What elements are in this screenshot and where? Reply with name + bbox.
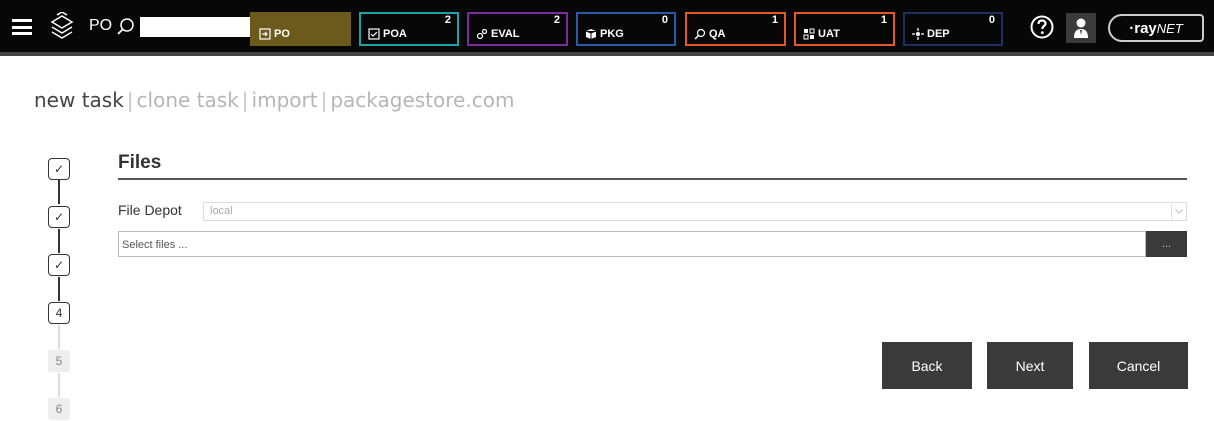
top-navigation-bar: PO PO 2 POA 2 EVAL 0 PKG 1 QA 1 UAT 0 DE… [0,0,1214,56]
stage-po[interactable]: PO [250,12,351,46]
tab-packagestore[interactable]: packagestore.com [330,88,514,112]
stage-pkg-count: 0 [661,14,668,26]
stage-uat[interactable]: 1 UAT [794,12,895,46]
browse-files-button[interactable]: ... [1146,231,1187,257]
search-input[interactable] [140,17,250,37]
stage-poa-label: POA [383,28,407,40]
grid-check-icon [803,28,815,40]
stage-pkg-label: PKG [600,28,624,40]
file-depot-label: File Depot [118,202,182,218]
stage-uat-count: 1 [880,14,887,26]
document-arrow-icon [259,28,271,40]
stage-uat-label: UAT [818,28,840,40]
hamburger-menu-icon[interactable] [12,19,32,35]
file-depot-select[interactable]: local [203,202,1187,221]
step-1-done: ✓ [48,158,70,180]
help-question-icon[interactable] [1030,15,1054,39]
step-6: 6 [48,398,70,420]
step-4-current: 4 [48,302,70,324]
user-avatar-button[interactable] [1066,13,1096,43]
stage-poa[interactable]: 2 POA [359,12,459,46]
deploy-arrows-icon [912,28,924,40]
file-depot-value: local [210,205,233,217]
select-files-field[interactable]: Select files ... [118,231,1146,257]
magnifier-icon [694,28,706,40]
step-3-done: ✓ [48,254,70,276]
back-button[interactable]: Back [882,342,972,389]
user-icon [1074,18,1088,38]
step-5: 5 [48,350,70,372]
stage-pkg[interactable]: 0 PKG [576,12,676,46]
stage-dep-count: 0 [988,14,995,26]
raynet-logo[interactable]: ·ray NET [1108,14,1204,42]
package-icon [585,29,597,39]
tab-new-task[interactable]: new task [34,88,124,112]
search-icon[interactable] [116,17,136,37]
tab-import[interactable]: import [252,88,318,112]
next-button[interactable]: Next [987,342,1073,389]
gears-icon [476,28,488,40]
document-check-icon [368,28,380,40]
step-connector [58,277,60,301]
step-connector [58,325,60,349]
step-connector [58,229,60,253]
step-connector [58,373,60,397]
step-connector [58,180,60,204]
raynet-logo-suffix: NET [1156,20,1183,36]
stage-poa-count: 2 [444,14,451,26]
stage-dep[interactable]: 0 DEP [903,12,1003,46]
tab-clone-task[interactable]: clone task [137,88,239,112]
step-2-done: ✓ [48,206,70,228]
section-title: Files [118,152,162,173]
cancel-button[interactable]: Cancel [1089,342,1188,389]
stage-po-label: PO [274,28,290,40]
stacked-layers-logo-icon[interactable] [48,12,76,40]
app-label: PO [89,17,113,34]
stage-qa-label: QA [709,28,726,40]
stage-dep-label: DEP [927,28,950,40]
stage-eval-label: EVAL [491,28,520,40]
stage-eval-count: 2 [553,14,560,26]
task-mode-tabs: new task | clone task | import | packagestore.… [34,88,515,112]
section-divider [118,178,1187,180]
stage-qa[interactable]: 1 QA [685,12,786,46]
stage-eval[interactable]: 2 EVAL [467,12,568,46]
raynet-logo-prefix: ·ray [1129,19,1157,37]
stage-qa-count: 1 [771,14,778,26]
chevron-down-icon[interactable] [1171,204,1185,219]
